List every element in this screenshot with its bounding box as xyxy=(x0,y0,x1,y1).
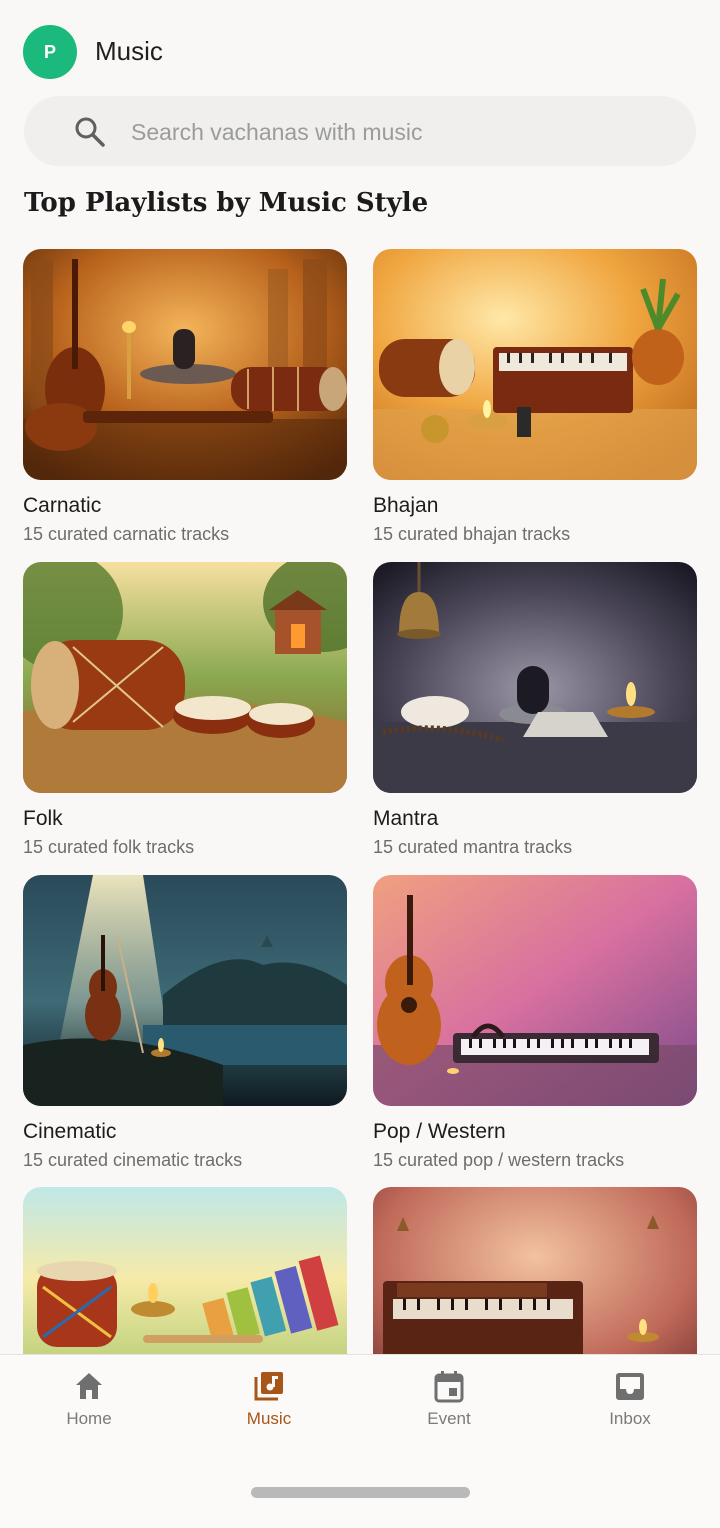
playlist-card-mantra[interactable]: Mantra 15 curated mantra tracks xyxy=(373,562,697,858)
playlist-image xyxy=(23,562,347,793)
playlist-subtitle: 15 curated folk tracks xyxy=(23,837,195,857)
playlist-subtitle: 15 curated mantra tracks xyxy=(373,837,573,857)
playlist-subtitle: 15 curated pop / western tracks xyxy=(373,1150,625,1170)
playlist-title: Folk xyxy=(23,807,63,830)
playlist-subtitle: 15 curated carnatic tracks xyxy=(23,524,230,544)
playlist-card-bhajan[interactable]: Bhajan 15 curated bhajan tracks xyxy=(373,249,697,545)
nav-event[interactable]: Event xyxy=(389,1369,509,1429)
playlist-card-carnatic[interactable]: Carnatic 15 curated carnatic tracks xyxy=(23,249,347,545)
playlist-card-7[interactable] xyxy=(23,1187,347,1354)
playlist-image xyxy=(23,875,347,1106)
nav-inbox[interactable]: Inbox xyxy=(570,1369,690,1429)
playlist-image xyxy=(373,562,697,793)
home-indicator[interactable] xyxy=(251,1487,470,1498)
bottom-nav: Home Music Event Inbox xyxy=(0,1354,720,1528)
playlist-title: Carnatic xyxy=(23,494,102,517)
nav-label: Inbox xyxy=(609,1409,651,1428)
playlist-subtitle: 15 curated bhajan tracks xyxy=(373,524,571,544)
playlist-title: Bhajan xyxy=(373,494,439,517)
playlist-card-cinematic[interactable]: Cinematic 15 curated cinematic tracks xyxy=(23,875,347,1171)
calendar-icon xyxy=(389,1369,509,1403)
inbox-icon xyxy=(570,1369,690,1403)
playlist-title: Mantra xyxy=(373,807,439,830)
playlist-image xyxy=(23,1187,347,1354)
playlist-title: Pop / Western xyxy=(373,1120,506,1143)
playlist-image xyxy=(373,249,697,480)
playlist-card-folk[interactable]: Folk 15 curated folk tracks xyxy=(23,562,347,858)
playlist-subtitle: 15 curated cinematic tracks xyxy=(23,1150,243,1170)
nav-home[interactable]: Home xyxy=(29,1369,149,1429)
playlist-card-8[interactable] xyxy=(373,1187,697,1354)
playlist-image xyxy=(373,875,697,1106)
playlist-title: Cinematic xyxy=(23,1120,117,1143)
playlist-grid: Carnatic 15 curated carnatic tracks Bhaj… xyxy=(0,0,720,1354)
music-library-icon xyxy=(209,1369,329,1403)
nav-label: Music xyxy=(246,1409,292,1428)
playlist-image xyxy=(373,1187,697,1354)
playlist-image xyxy=(23,249,347,480)
playlist-card-pop-western[interactable]: Pop / Western 15 curated pop / western t… xyxy=(373,875,697,1171)
home-icon xyxy=(29,1369,149,1403)
nav-music[interactable]: Music xyxy=(209,1369,329,1429)
nav-label: Home xyxy=(66,1409,112,1428)
nav-label: Event xyxy=(427,1409,471,1428)
